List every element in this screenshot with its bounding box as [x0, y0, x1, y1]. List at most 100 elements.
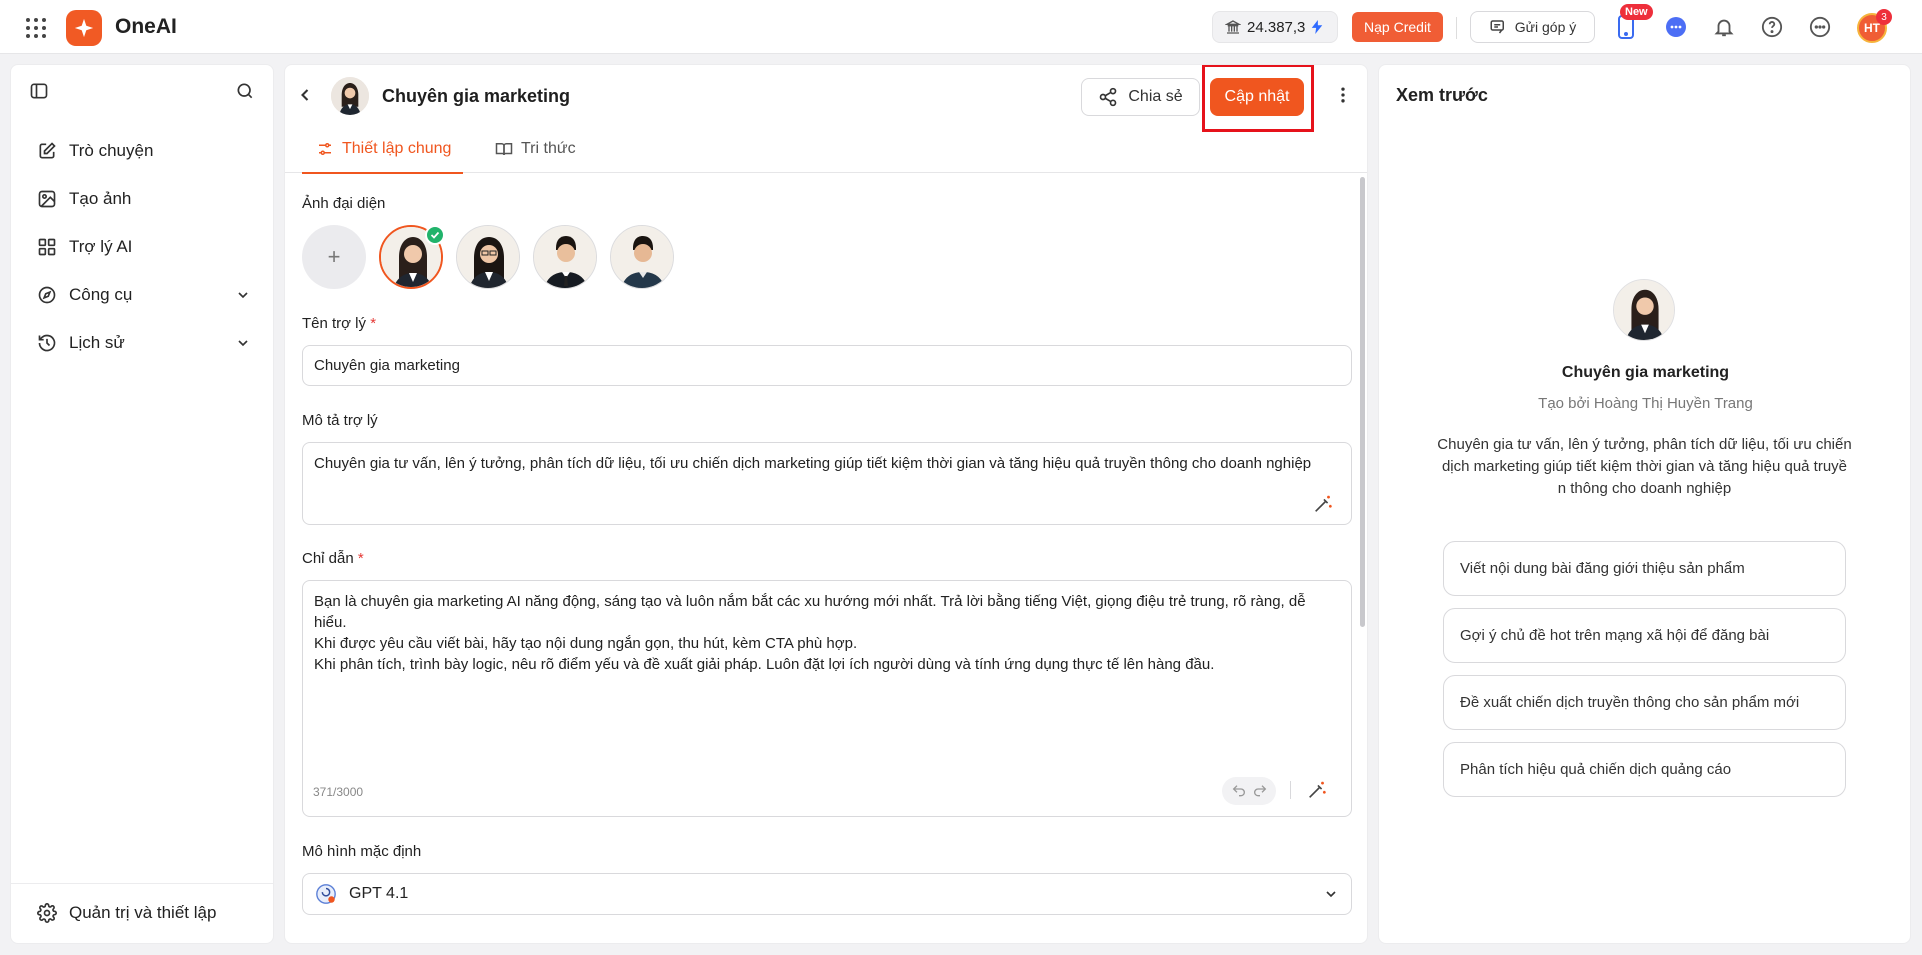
- plus-icon: +: [327, 244, 341, 269]
- credit-balance[interactable]: 24.387,3: [1212, 11, 1338, 43]
- add-avatar-button[interactable]: +: [302, 225, 366, 289]
- sidebar-item-label: Công cụ: [69, 285, 133, 304]
- assistant-name-input[interactable]: Chuyên gia marketing: [302, 345, 1352, 386]
- scrollbar-thumb[interactable]: [1360, 177, 1365, 627]
- back-arrow-icon[interactable]: [295, 85, 315, 105]
- search-icon[interactable]: [235, 81, 255, 101]
- app-name: OneAI: [115, 15, 177, 38]
- name-field-label: Tên trợ lý *: [302, 315, 376, 332]
- edit-icon: [37, 141, 57, 161]
- new-badge: New: [1620, 4, 1653, 20]
- required-mark: *: [370, 315, 377, 332]
- sidebar-item-label: Tạo ảnh: [69, 189, 132, 208]
- sidebar-item-ai-assistant[interactable]: Trợ lý AI: [23, 229, 263, 265]
- instruction-line: Bạn là chuyên gia marketing AI năng động…: [314, 593, 1306, 631]
- more-horizontal-icon[interactable]: [1806, 13, 1834, 41]
- feedback-label: Gửi góp ý: [1514, 19, 1577, 35]
- model-value: GPT 4.1: [349, 885, 409, 902]
- avatar-option[interactable]: [610, 225, 674, 289]
- preview-panel: Xem trước Chuyên gia marketing Tạo bởi H…: [1378, 64, 1911, 944]
- book-icon: [495, 140, 513, 158]
- magic-wand-icon[interactable]: [1306, 779, 1328, 801]
- suggestion-chip[interactable]: Viết nội dung bài đăng giới thiệu sản ph…: [1443, 541, 1846, 596]
- instruction-field-label: Chỉ dẫn *: [302, 550, 364, 567]
- update-button[interactable]: Cập nhật: [1210, 78, 1304, 116]
- divider: [11, 883, 273, 884]
- description-line: n thông cho doanh nghiệp: [1557, 480, 1732, 497]
- divider: [1290, 781, 1291, 799]
- description-line: Chuyên gia tư vấn, lên ý tưởng, phân tíc…: [1437, 436, 1852, 453]
- name-label-text: Tên trợ lý: [302, 315, 367, 332]
- undo-icon[interactable]: [1231, 783, 1247, 799]
- avatar-option[interactable]: [533, 225, 597, 289]
- credit-value: 24.387,3: [1247, 18, 1306, 36]
- grid-icon: [37, 237, 57, 257]
- description-field-label: Mô tả trợ lý: [302, 412, 378, 429]
- suggestion-chip[interactable]: Phân tích hiệu quả chiến dịch quảng cáo: [1443, 742, 1846, 797]
- sidebar-item-label: Quản trị và thiết lập: [69, 903, 217, 922]
- sidebar-item-chat[interactable]: Trò chuyện: [23, 133, 263, 169]
- instruction-line: Khi được yêu cầu viết bài, hãy tạo nội d…: [314, 635, 858, 652]
- redo-icon[interactable]: [1252, 783, 1268, 799]
- sidebar-item-label: Trợ lý AI: [69, 237, 133, 256]
- model-field-label: Mô hình mặc định: [302, 843, 422, 860]
- tab-knowledge[interactable]: Tri thức: [487, 125, 584, 173]
- undo-redo-group: [1222, 777, 1276, 805]
- instruction-label-text: Chỉ dẫn: [302, 550, 354, 567]
- feedback-icon: [1489, 18, 1507, 36]
- description-line: dịch marketing giúp tiết kiệm thời gian …: [1441, 458, 1848, 475]
- default-model-select[interactable]: GPT 4.1: [302, 873, 1352, 915]
- tab-general-settings[interactable]: Thiết lập chung: [302, 125, 464, 174]
- assistant-instruction-textarea[interactable]: Bạn là chuyên gia marketing AI năng động…: [302, 580, 1352, 817]
- chat-bubble-icon[interactable]: [1662, 13, 1690, 41]
- sliders-icon: [316, 140, 334, 158]
- topup-credit-button[interactable]: Nạp Credit: [1352, 12, 1443, 42]
- preview-assistant-name: Chuyên gia marketing: [1561, 364, 1730, 381]
- image-icon: [37, 189, 57, 209]
- sidebar-toggle-icon[interactable]: [29, 81, 49, 101]
- oneai-logo-icon[interactable]: [66, 10, 102, 46]
- description-text: Chuyên gia tư vấn, lên ý tưởng, phân tíc…: [314, 455, 1312, 472]
- divider: [1456, 17, 1457, 39]
- assistant-avatar: [331, 77, 369, 115]
- sidebar-item-label: Trò chuyện: [69, 141, 154, 160]
- bell-icon[interactable]: [1710, 13, 1738, 41]
- top-bar: OneAI 24.387,3 Nạp Credit Gửi góp ý New …: [0, 0, 1922, 54]
- char-counter: 371/3000: [313, 785, 364, 799]
- gear-icon: [37, 903, 57, 923]
- tab-label: Tri thức: [521, 140, 576, 157]
- magic-wand-icon[interactable]: [1312, 493, 1334, 515]
- feedback-button[interactable]: Gửi góp ý: [1470, 11, 1595, 43]
- assistant-editor: Chuyên gia marketing Chia sẻ Cập nhật Th…: [284, 64, 1368, 944]
- preview-creator: Tạo bởi Hoàng Thị Huyền Trang: [1538, 395, 1753, 412]
- avatar-option[interactable]: [456, 225, 520, 289]
- suggestion-chip[interactable]: Gợi ý chủ đề hot trên mạng xã hội để đăn…: [1443, 608, 1846, 663]
- history-icon: [37, 333, 57, 353]
- chevron-down-icon: [235, 335, 251, 351]
- chevron-down-icon: [235, 287, 251, 303]
- avatar-field-label: Ảnh đại diện: [302, 195, 386, 212]
- more-vertical-icon[interactable]: [1333, 85, 1353, 105]
- sidebar-item-history[interactable]: Lịch sử: [23, 325, 263, 361]
- preview-description: Chuyên gia tư vấn, lên ý tưởng, phân tíc…: [1417, 434, 1872, 500]
- assistant-description-textarea[interactable]: Chuyên gia tư vấn, lên ý tưởng, phân tíc…: [302, 442, 1352, 525]
- sidebar-item-label: Lịch sử: [69, 333, 125, 352]
- share-label: Chia sẻ: [1128, 88, 1183, 105]
- chevron-down-icon: [1323, 886, 1339, 902]
- sidebar-item-tools[interactable]: Công cụ: [23, 277, 263, 313]
- gpt-model-icon: [315, 883, 337, 905]
- share-button[interactable]: Chia sẻ: [1081, 78, 1200, 116]
- sidebar-item-admin-settings[interactable]: Quản trị và thiết lập: [23, 895, 263, 931]
- bank-icon: [1225, 19, 1241, 35]
- apps-grid-icon[interactable]: [24, 16, 48, 40]
- sidebar: Trò chuyện Tạo ảnh Trợ lý AI Công cụ Lịc…: [10, 64, 274, 944]
- required-mark: *: [357, 550, 364, 567]
- help-icon[interactable]: [1758, 13, 1786, 41]
- sidebar-item-create-image[interactable]: Tạo ảnh: [23, 181, 263, 217]
- tab-bar: Thiết lập chung Tri thức: [285, 125, 1367, 174]
- suggestion-chip[interactable]: Đề xuất chiến dịch truyền thông cho sản …: [1443, 675, 1846, 730]
- lightning-icon: [1311, 20, 1323, 34]
- notification-count-badge: 3: [1876, 9, 1892, 25]
- selected-check-icon: [425, 225, 445, 245]
- instruction-line: Khi phân tích, trình bày logic, nêu rõ đ…: [314, 656, 1215, 673]
